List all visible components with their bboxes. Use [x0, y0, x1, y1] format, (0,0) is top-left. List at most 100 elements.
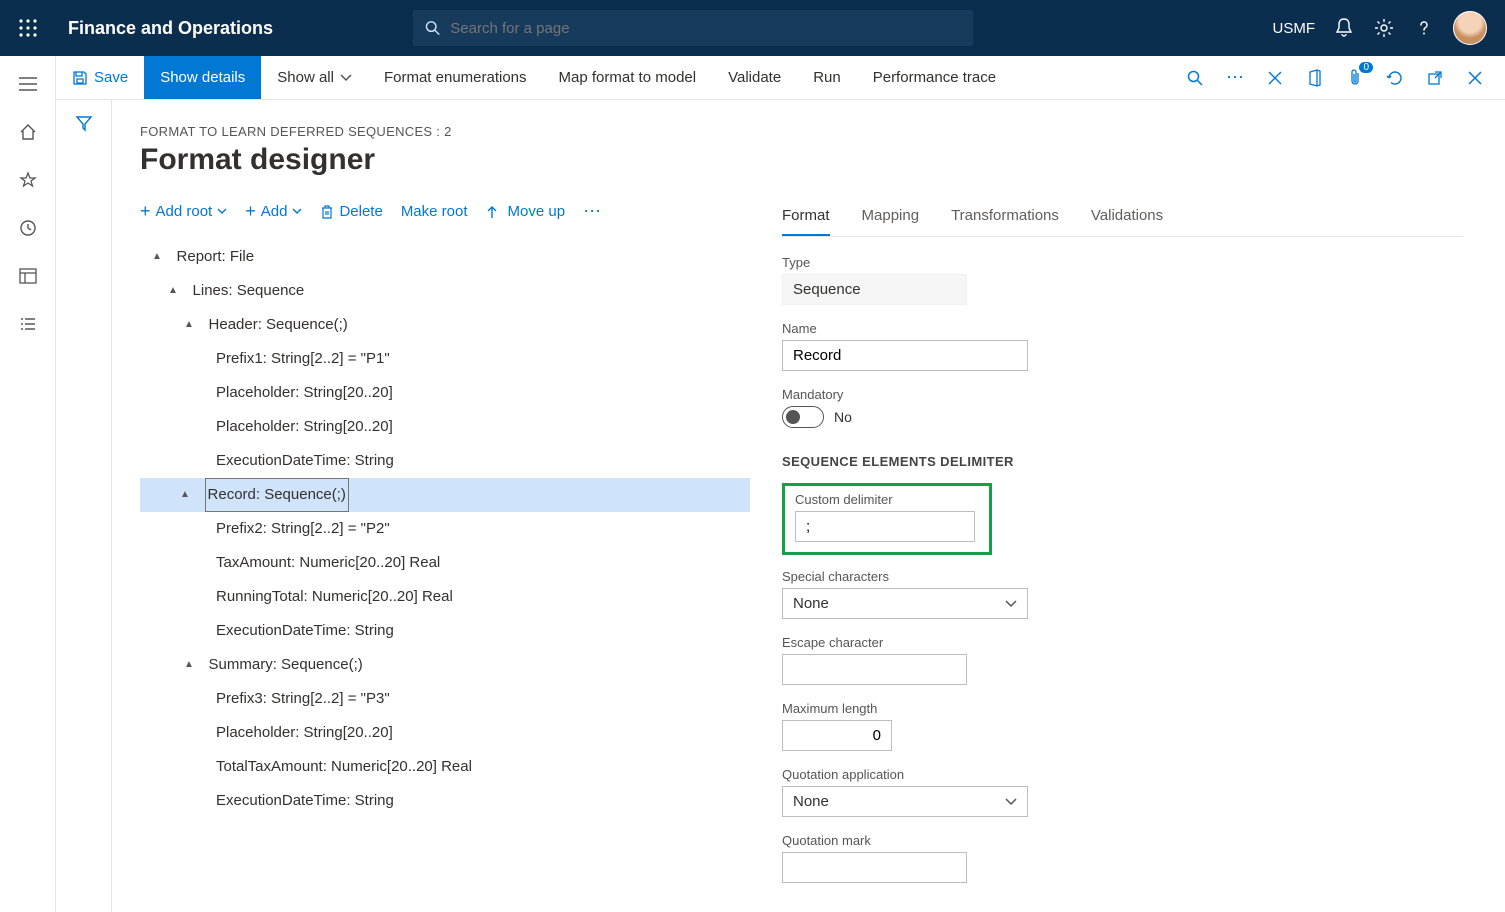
filter-icon[interactable] [75, 114, 93, 912]
tree-node[interactable]: TotalTaxAmount: Numeric[20..20] Real [140, 750, 750, 784]
tree-overflow-button[interactable]: ⋯ [583, 201, 601, 222]
popout-icon[interactable] [1425, 68, 1445, 88]
custom-delimiter-label: Custom delimiter [795, 492, 979, 507]
mandatory-value: No [834, 409, 852, 425]
make-root-button[interactable]: Make root [401, 203, 468, 220]
modules-icon[interactable] [16, 312, 40, 336]
quotation-mark-input[interactable] [782, 852, 967, 883]
type-label: Type [782, 255, 1463, 270]
page-title: Format designer [140, 143, 1473, 177]
filter-rail [56, 100, 112, 912]
name-input[interactable] [782, 340, 1028, 371]
tree-node[interactable]: Prefix3: String[2..2] = "P3" [140, 682, 750, 716]
overflow-icon[interactable]: ⋯ [1225, 68, 1245, 88]
save-button[interactable]: Save [56, 56, 144, 99]
refresh-icon[interactable] [1385, 68, 1405, 88]
mandatory-toggle[interactable] [782, 406, 824, 428]
arrow-up-icon [486, 205, 498, 219]
tab-transformations[interactable]: Transformations [951, 201, 1059, 236]
tree-node[interactable]: ExecutionDateTime: String [140, 614, 750, 648]
max-length-label: Maximum length [782, 701, 1463, 716]
tab-format[interactable]: Format [782, 201, 830, 236]
company-indicator[interactable]: USMF [1273, 20, 1316, 37]
quotation-app-select[interactable]: None [782, 786, 1028, 817]
attachments-icon[interactable]: 0 [1345, 68, 1365, 88]
tab-validations[interactable]: Validations [1091, 201, 1163, 236]
mandatory-label: Mandatory [782, 387, 1463, 402]
breadcrumb: FORMAT TO LEARN DEFERRED SEQUENCES : 2 [140, 124, 1473, 139]
tree-node[interactable]: TaxAmount: Numeric[20..20] Real [140, 546, 750, 580]
tree-node[interactable]: ▲ Lines: Sequence [140, 274, 750, 308]
search-page-icon[interactable] [1185, 68, 1205, 88]
show-details-button[interactable]: Show details [144, 56, 261, 99]
search-box[interactable] [413, 10, 973, 46]
search-icon [425, 20, 440, 36]
run-button[interactable]: Run [797, 56, 857, 99]
format-tree: ▲ Report: File ▲ Lines: Sequence ▲ Heade… [140, 240, 750, 818]
format-enumerations-button[interactable]: Format enumerations [368, 56, 543, 99]
name-label: Name [782, 321, 1463, 336]
favorites-icon[interactable] [16, 168, 40, 192]
settings-icon[interactable] [1373, 17, 1395, 39]
recent-icon[interactable] [16, 216, 40, 240]
section-sequence-delimiter: SEQUENCE ELEMENTS DELIMITER [782, 454, 1463, 469]
tree-node[interactable]: Placeholder: String[20..20] [140, 410, 750, 444]
office-icon[interactable] [1305, 68, 1325, 88]
search-input[interactable] [450, 20, 961, 37]
left-nav-rail [0, 56, 56, 912]
tree-node-selected[interactable]: ▲ Record: Sequence(;) [140, 478, 750, 512]
special-chars-label: Special characters [782, 569, 1463, 584]
tree-node[interactable]: Placeholder: String[20..20] [140, 376, 750, 410]
chevron-down-icon [292, 208, 302, 215]
tree-node[interactable]: RunningTotal: Numeric[20..20] Real [140, 580, 750, 614]
help-icon[interactable] [1413, 17, 1435, 39]
custom-delimiter-input[interactable] [795, 511, 975, 542]
home-icon[interactable] [16, 120, 40, 144]
chevron-down-icon [1005, 798, 1017, 806]
chevron-down-icon [217, 208, 227, 215]
map-format-button[interactable]: Map format to model [543, 56, 713, 99]
top-right: USMF [1273, 11, 1505, 45]
tree-node[interactable]: ▲ Header: Sequence(;) [140, 308, 750, 342]
top-bar: Finance and Operations USMF [0, 0, 1505, 56]
close-icon[interactable] [1465, 68, 1485, 88]
quotation-mark-label: Quotation mark [782, 833, 1463, 848]
trash-icon [320, 204, 334, 220]
tree-node[interactable]: ▲ Report: File [140, 240, 750, 274]
performance-trace-button[interactable]: Performance trace [857, 56, 1012, 99]
tree-node[interactable]: ExecutionDateTime: String [140, 784, 750, 818]
validate-button[interactable]: Validate [712, 56, 797, 99]
tree-node[interactable]: Prefix1: String[2..2] = "P1" [140, 342, 750, 376]
escape-char-input[interactable] [782, 654, 967, 685]
app-title: Finance and Operations [68, 18, 273, 39]
add-button[interactable]: +Add [245, 201, 302, 222]
escape-char-label: Escape character [782, 635, 1463, 650]
special-chars-select[interactable]: None [782, 588, 1028, 619]
attachments-badge: 0 [1359, 62, 1373, 73]
tree-node[interactable]: ExecutionDateTime: String [140, 444, 750, 478]
detail-pane: Format Mapping Transformations Validatio… [782, 201, 1473, 888]
detail-tabs: Format Mapping Transformations Validatio… [782, 201, 1463, 237]
quotation-app-label: Quotation application [782, 767, 1463, 782]
move-up-button[interactable]: Move up [486, 203, 566, 220]
chevron-down-icon [340, 74, 352, 82]
custom-delimiter-highlight: Custom delimiter [782, 483, 992, 555]
workspaces-icon[interactable] [16, 264, 40, 288]
tree-node[interactable]: Prefix2: String[2..2] = "P2" [140, 512, 750, 546]
tab-mapping[interactable]: Mapping [862, 201, 920, 236]
app-launcher-icon[interactable] [0, 0, 56, 56]
delete-button[interactable]: Delete [320, 203, 382, 220]
notifications-icon[interactable] [1333, 17, 1355, 39]
save-label: Save [94, 69, 128, 86]
tree-node[interactable]: ▲ Summary: Sequence(;) [140, 648, 750, 682]
chevron-down-icon [1005, 600, 1017, 608]
avatar[interactable] [1453, 11, 1487, 45]
hamburger-icon[interactable] [16, 72, 40, 96]
action-bar: Save Show details Show all Format enumer… [56, 56, 1505, 100]
max-length-input[interactable] [782, 720, 892, 751]
tree-node[interactable]: Placeholder: String[20..20] [140, 716, 750, 750]
show-all-button[interactable]: Show all [261, 56, 368, 99]
add-root-button[interactable]: +Add root [140, 201, 227, 222]
bookmark-toggle-icon[interactable] [1265, 68, 1285, 88]
save-icon [72, 70, 88, 86]
